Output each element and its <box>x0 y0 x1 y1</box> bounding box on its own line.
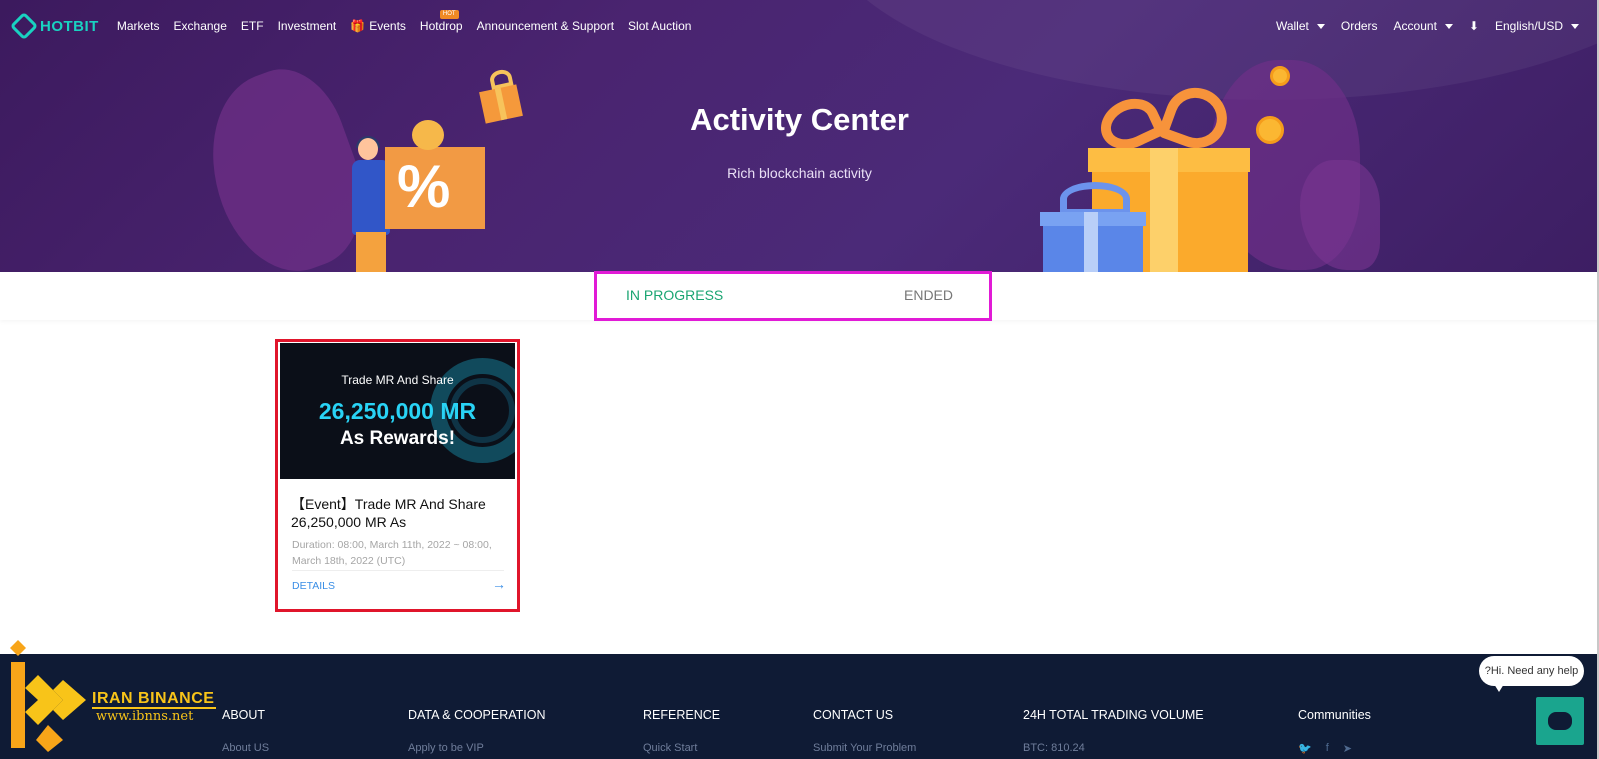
watermark-title: IRAN BINANCE <box>92 690 215 707</box>
nav-etf[interactable]: ETF <box>241 19 264 33</box>
telegram-icon[interactable]: ➤ <box>1343 742 1352 755</box>
nav-wallet-label: Wallet <box>1275 19 1309 33</box>
coin-icon <box>1270 66 1290 86</box>
footer-link-quick-start[interactable]: Quick Start <box>643 742 697 754</box>
chat-bubble-tail <box>1494 684 1504 692</box>
top-navbar: HOTBIT Markets Exchange ETF Investment 🎁… <box>0 0 1599 52</box>
nav-slot-auction[interactable]: Slot Auction <box>628 19 691 33</box>
caret-down-icon <box>1444 23 1453 29</box>
nav-hotdrop[interactable]: HOT Hotdrop <box>419 10 463 33</box>
gift-bow-illustration <box>1060 182 1130 216</box>
event-banner-line3: As Rewards! <box>339 428 456 449</box>
footer-heading-communities: Communities <box>1298 708 1371 722</box>
facebook-icon[interactable]: f <box>1326 742 1329 755</box>
hotbit-logo-icon <box>9 11 39 41</box>
brand-name: HOTBIT <box>40 17 99 35</box>
nav-language[interactable]: English/USD <box>1495 19 1579 33</box>
page-subtitle: Rich blockchain activity <box>727 165 872 181</box>
footer-heading-reference: REFERENCE <box>643 708 721 722</box>
nav-announcement-support[interactable]: Announcement & Support <box>477 19 614 33</box>
arrow-right-icon[interactable]: → <box>492 576 506 592</box>
footer-link-about-us[interactable]: About US <box>222 742 269 754</box>
person-illustration <box>356 232 386 272</box>
hot-badge: HOT <box>439 10 459 19</box>
gift-icon: 🎁 <box>350 19 366 33</box>
nav-events[interactable]: 🎁 Events <box>350 19 406 33</box>
divider <box>292 570 504 571</box>
person-illustration <box>358 138 378 160</box>
main-nav: Markets Exchange ETF Investment 🎁 Events… <box>117 10 691 33</box>
event-duration: Duration: 08:00, March 11th, 2022 ~ 08:0… <box>292 539 492 567</box>
hotbit-logo[interactable]: HOTBIT <box>9 11 99 41</box>
gift-box-illustration <box>1084 212 1098 272</box>
nav-hotdrop-label: Hotdrop <box>419 19 463 33</box>
event-banner-image[interactable]: Trade MR And Share 26,250,000 MR As Rewa… <box>280 343 515 479</box>
event-card[interactable]: Trade MR And Share 26,250,000 MR As Rewa… <box>280 343 515 607</box>
nav-right: Wallet Orders Account ⬇ English/USD <box>1276 0 1579 52</box>
nav-markets[interactable]: Markets <box>117 19 160 33</box>
nav-account[interactable]: Account <box>1394 19 1453 33</box>
caret-down-icon <box>1571 23 1579 29</box>
percent-box-illustration: % <box>385 147 485 229</box>
footer-heading-data-cooperation: DATA & COOPERATION <box>408 708 546 722</box>
chat-icon <box>1548 712 1572 730</box>
hero-banner: % HOTBIT Markets Exchange ETF Investment… <box>0 0 1599 272</box>
page-title: Activity Center <box>690 102 909 137</box>
event-banner-line2: 26,250,000 MR <box>318 398 477 424</box>
footer-heading-about: ABOUT <box>222 708 266 722</box>
chat-button[interactable] <box>1536 697 1584 745</box>
event-banner-line1: Trade MR And Share <box>341 373 454 387</box>
watermark-url: www.ibnns.net <box>96 709 194 724</box>
caret-down-icon <box>1316 23 1325 29</box>
nav-events-label: Events <box>369 19 406 33</box>
footer-heading-contact: CONTACT US <box>813 708 894 722</box>
nav-account-label: Account <box>1393 19 1437 33</box>
percent-icon: % <box>397 153 451 220</box>
footer-link-submit-problem[interactable]: Submit Your Problem <box>813 742 916 754</box>
footer-link-apply-vip[interactable]: Apply to be VIP <box>408 742 484 754</box>
nav-exchange[interactable]: Exchange <box>174 19 227 33</box>
iran-binance-logo <box>10 640 86 752</box>
twitter-icon[interactable]: 🐦 <box>1298 742 1312 755</box>
event-title[interactable]: 【Event】Trade MR And Share 26,250,000 MR … <box>291 495 506 531</box>
btc-volume: BTC: 810.24 <box>1023 742 1085 754</box>
download-icon[interactable]: ⬇ <box>1469 19 1479 33</box>
nav-investment[interactable]: Investment <box>278 19 337 33</box>
tab-in-progress[interactable]: IN PROGRESS <box>626 287 723 303</box>
social-links: 🐦 f ➤ <box>1298 742 1352 755</box>
footer-heading-trading-volume: 24H TOTAL TRADING VOLUME <box>1023 708 1204 722</box>
tab-ended[interactable]: ENDED <box>904 287 953 303</box>
nav-orders[interactable]: Orders <box>1341 19 1378 33</box>
nav-wallet[interactable]: Wallet <box>1276 19 1325 33</box>
nav-language-label: English/USD <box>1494 19 1563 33</box>
details-link[interactable]: DETAILS <box>292 580 335 592</box>
chat-greeting[interactable]: ?Hi. Need any help <box>1479 656 1584 686</box>
